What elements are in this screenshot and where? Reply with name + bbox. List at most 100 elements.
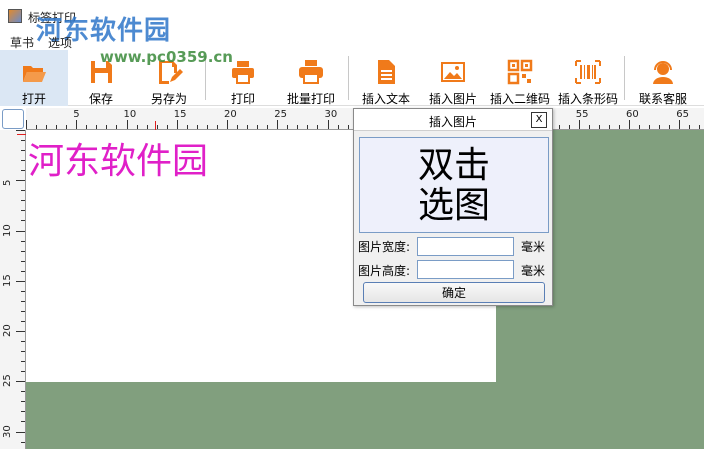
- ruler-tick: [96, 125, 98, 129]
- ruler-tick: [66, 125, 68, 129]
- toolbar-separator: [348, 56, 349, 100]
- ruler-tick: [578, 120, 580, 129]
- print-label: 打印: [230, 92, 255, 106]
- insert-qrcode-button[interactable]: 插入二维码: [488, 50, 552, 106]
- image-height-input[interactable]: [417, 260, 514, 279]
- canvas-text-element[interactable]: 河东软件园: [28, 132, 208, 184]
- folder-open-icon: [23, 66, 46, 82]
- ruler-label: 65: [676, 109, 689, 120]
- ruler-tick: [598, 125, 600, 129]
- app-window: 标签打印 河东软件园 草书 选项 打开 保存 另存为 打印 批量打印 插入文本 …: [0, 0, 704, 449]
- open-label: 打开: [21, 92, 46, 106]
- ruler-tick: [689, 125, 691, 129]
- image-width-unit: 毫米: [521, 240, 546, 254]
- ruler-tick: [618, 125, 620, 129]
- ruler-tick: [21, 290, 25, 292]
- ruler-tick: [186, 125, 188, 129]
- ruler-tick: [659, 125, 661, 129]
- ruler-label: 15: [173, 109, 187, 120]
- ruler-label: 60: [626, 109, 639, 120]
- confirm-button[interactable]: 确定: [363, 282, 545, 303]
- contact-support-button[interactable]: 联系客服: [632, 50, 694, 106]
- ruler-tick: [317, 125, 319, 129]
- open-button[interactable]: 打开: [0, 50, 68, 106]
- ruler-tick: [307, 125, 309, 129]
- ruler-tick: [86, 125, 88, 129]
- ruler-tick: [608, 125, 610, 129]
- ruler-tick: [568, 125, 570, 129]
- ruler-tick: [166, 125, 168, 129]
- ruler-label: 5: [2, 179, 13, 187]
- ruler-tick: [21, 150, 25, 152]
- ruler-tick: [136, 125, 138, 129]
- ruler-tick: [629, 120, 630, 129]
- ruler-tick: [126, 120, 128, 129]
- ruler-tick: [21, 361, 25, 363]
- image-height-unit: 毫米: [521, 264, 546, 278]
- image-width-input[interactable]: [417, 237, 514, 256]
- ruler-cursor-marker: [17, 134, 26, 135]
- ruler-tick: [21, 401, 25, 403]
- ruler-tick: [16, 431, 25, 433]
- ruler-tick: [21, 250, 25, 252]
- ruler-tick: [21, 310, 25, 312]
- ruler-tick: [21, 391, 25, 393]
- ruler-tick: [247, 125, 249, 129]
- ruler-cursor-marker: [155, 121, 156, 130]
- ruler-tick: [116, 125, 118, 129]
- insert-image-label: 插入图片: [428, 92, 477, 106]
- ruler-label: 10: [123, 109, 137, 120]
- insert-barcode-button[interactable]: 插入条形码: [556, 50, 620, 106]
- ruler-tick: [297, 125, 299, 129]
- ruler-tick: [16, 280, 25, 282]
- ruler-label: 30: [2, 424, 13, 438]
- ruler-tick: [16, 180, 25, 182]
- contact-support-label: 联系客服: [638, 92, 687, 106]
- insert-image-button[interactable]: 插入图片: [424, 50, 482, 106]
- batch-print-label: 批量打印: [286, 92, 335, 106]
- preview-placeholder-text: 双击 选图: [417, 145, 490, 226]
- ruler-tick: [347, 125, 349, 129]
- ruler-tick: [227, 120, 228, 129]
- ruler-tick: [327, 120, 329, 129]
- ruler-tick: [21, 200, 25, 202]
- ruler-tick: [21, 270, 25, 272]
- menu-item-file[interactable]: 草书: [10, 34, 34, 51]
- ruler-tick: [216, 125, 218, 129]
- ruler-tick: [21, 441, 25, 443]
- ruler-tick: [156, 125, 158, 129]
- image-width-label: 图片宽度:: [358, 240, 411, 254]
- ruler-tick: [588, 125, 590, 129]
- ruler-tick: [257, 125, 259, 129]
- ruler-tick: [699, 125, 701, 129]
- insert-barcode-label: 插入条形码: [557, 92, 618, 106]
- ruler-tick: [21, 160, 25, 162]
- ruler-tick: [669, 125, 671, 129]
- ruler-tick: [56, 125, 58, 129]
- ruler-label: 55: [575, 109, 589, 120]
- ruler-tick: [16, 381, 25, 383]
- image-preview-area[interactable]: 双击 选图: [359, 137, 549, 233]
- ruler-tick: [21, 411, 25, 413]
- dialog-close-button[interactable]: X: [531, 112, 547, 128]
- insert-image-icon: [441, 62, 465, 82]
- ruler-label: 25: [2, 374, 13, 388]
- title-bar: 标签打印 河东软件园: [0, 0, 704, 46]
- ruler-tick: [21, 260, 25, 262]
- ruler-tick: [21, 351, 25, 353]
- ruler-corner-button[interactable]: [2, 109, 24, 129]
- ruler-tick: [176, 120, 178, 129]
- ruler-tick: [21, 341, 25, 343]
- barcode-icon: [575, 60, 601, 84]
- ruler-tick: [36, 125, 38, 129]
- image-height-label: 图片高度:: [358, 264, 411, 278]
- toolbar-separator: [624, 56, 625, 100]
- save-label: 保存: [88, 92, 113, 106]
- ruler-tick: [21, 140, 25, 142]
- insert-text-button[interactable]: 插入文本: [356, 50, 416, 106]
- ruler-tick: [16, 230, 25, 232]
- menu-item-options[interactable]: 选项: [48, 34, 72, 51]
- insert-image-dialog: 插入图片 X 双击 选图 图片宽度: 毫米 图片高度: 毫米 确定: [353, 108, 553, 306]
- insert-text-icon: [378, 60, 395, 84]
- batch-print-button[interactable]: 批量打印: [280, 50, 342, 106]
